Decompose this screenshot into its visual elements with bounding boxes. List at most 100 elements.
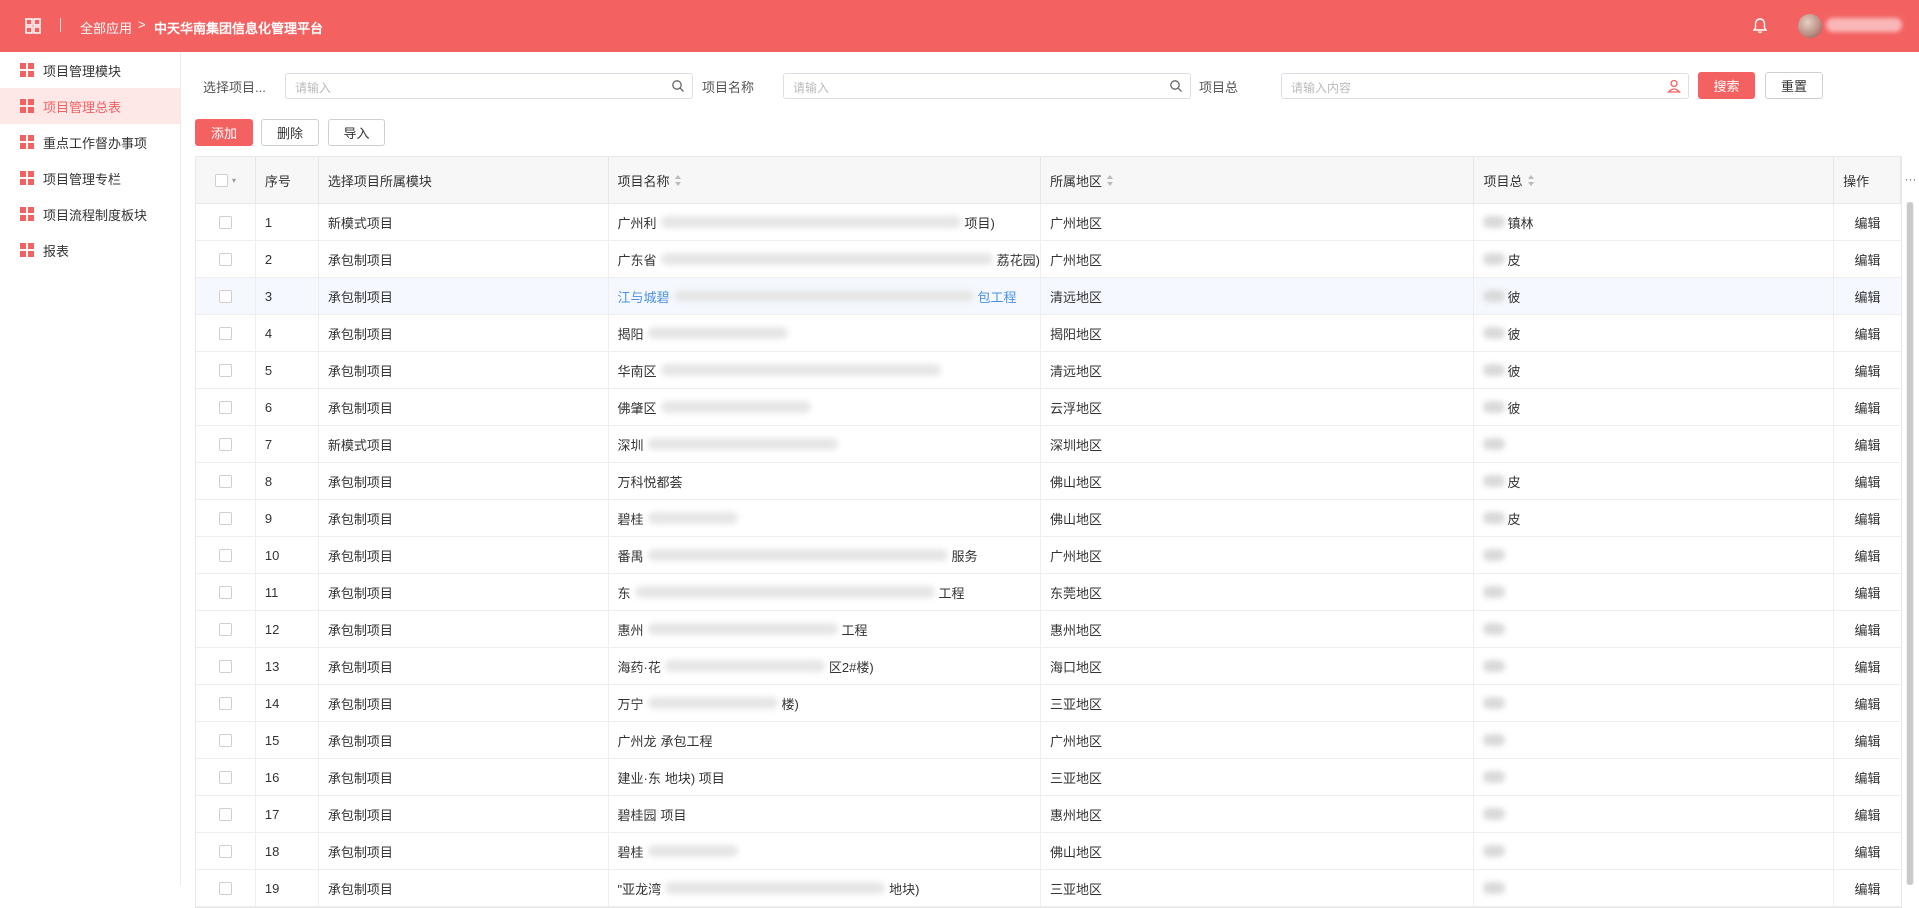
table-row[interactable]: 1 新模式项目 广州利 项目) 广州地区 镇林 编辑 [196,204,1901,241]
edit-button[interactable]: 编辑 [1855,694,1881,713]
edit-button[interactable]: 编辑 [1855,842,1881,861]
table-row[interactable]: 3 承包制项目 江与城碧 包工程 清远地区彼 编辑 [196,278,1901,315]
module-filter-input[interactable]: 请输入 [285,73,693,99]
row-select-cell[interactable] [196,685,256,721]
row-select-cell[interactable] [196,315,256,351]
apps-grid-icon[interactable] [22,15,44,37]
row-project-name[interactable]: 碧桂 [609,833,1041,869]
row-select-cell[interactable] [196,870,256,906]
row-checkbox[interactable] [218,622,232,636]
row-select-cell[interactable] [196,759,256,795]
row-select-cell[interactable] [196,722,256,758]
edit-button[interactable]: 编辑 [1855,620,1881,639]
row-select-cell[interactable] [196,796,256,832]
row-checkbox[interactable] [218,474,232,488]
row-project-name[interactable]: 碧桂 [609,500,1041,536]
total-filter-input[interactable]: 请输入内容 [1281,73,1689,99]
row-select-cell[interactable] [196,389,256,425]
select-all-cell[interactable]: ▾ [196,157,256,203]
edit-button[interactable]: 编辑 [1855,361,1881,380]
table-row[interactable]: 5 承包制项目 华南区 清远地区彼 编辑 [196,352,1901,389]
sidebar-item-reports[interactable]: 报表 [0,232,180,268]
row-checkbox[interactable] [218,844,232,858]
row-select-cell[interactable] [196,241,256,277]
edit-button[interactable]: 编辑 [1855,324,1881,343]
row-select-cell[interactable] [196,426,256,462]
row-checkbox[interactable] [218,733,232,747]
table-row[interactable]: 11 承包制项目东 工程 东莞地区 编辑 [196,574,1901,611]
row-project-name[interactable]: 揭阳 [609,315,1041,351]
row-project-name[interactable]: 万科悦都荟 [609,463,1041,499]
table-row[interactable]: 14 承包制项目 万宁 楼) 三亚地区 编辑 [196,685,1901,722]
row-project-name[interactable]: 深圳 [609,426,1041,462]
edit-button[interactable]: 编辑 [1855,805,1881,824]
user-name-redacted[interactable] [1826,18,1902,32]
edit-button[interactable]: 编辑 [1855,435,1881,454]
scrollbar-thumb[interactable] [1907,202,1913,885]
row-select-cell[interactable] [196,574,256,610]
row-checkbox[interactable] [218,326,232,340]
row-select-cell[interactable] [196,833,256,869]
sidebar-item-key-tasks[interactable]: 重点工作督办事项 [0,124,180,160]
row-project-name[interactable]: 佛肇区 [609,389,1041,425]
row-checkbox[interactable] [218,696,232,710]
edit-button[interactable]: 编辑 [1855,213,1881,232]
breadcrumb-all-apps[interactable]: 全部应用 [80,18,132,37]
edit-button[interactable]: 编辑 [1855,287,1881,306]
select-all-checkbox[interactable] [214,173,228,187]
edit-button[interactable]: 编辑 [1855,731,1881,750]
row-project-name[interactable]: 江与城碧 包工程 [609,278,1041,314]
edit-button[interactable]: 编辑 [1855,657,1881,676]
sidebar-item-project-column[interactable]: 项目管理专栏 [0,160,180,196]
edit-button[interactable]: 编辑 [1855,250,1881,269]
sort-icon[interactable] [1527,174,1535,186]
table-row[interactable]: 12 承包制项目 惠州 工程 惠州地区 编辑 [196,611,1901,648]
table-row[interactable]: 16 承包制项目 建业·东 地块) 项目 三亚地区 编辑 [196,759,1901,796]
row-select-cell[interactable] [196,463,256,499]
table-row[interactable]: 7 新模式项目 深圳 深圳地区 编辑 [196,426,1901,463]
table-row[interactable]: 13 承包制项目 海药·花 区2#楼) 海口地区 编辑 [196,648,1901,685]
table-row[interactable]: 9 承包制项目 碧桂 佛山地区皮 编辑 [196,500,1901,537]
row-checkbox[interactable] [218,881,232,895]
row-checkbox[interactable] [218,289,232,303]
table-row[interactable]: 18 承包制项目 碧桂 佛山地区 编辑 [196,833,1901,870]
bell-icon[interactable] [1750,16,1770,36]
row-select-cell[interactable] [196,278,256,314]
row-project-name[interactable]: 东 工程 [609,574,1041,610]
table-row[interactable]: 6 承包制项目 佛肇区 云浮地区彼 编辑 [196,389,1901,426]
table-row[interactable]: 4 承包制项目 揭阳 揭阳地区彼 编辑 [196,315,1901,352]
chevron-down-icon[interactable]: ▾ [232,176,236,185]
row-checkbox[interactable] [218,252,232,266]
delete-button[interactable]: 删除 [261,119,319,146]
row-project-name[interactable]: 建业·东 地块) 项目 [609,759,1041,795]
column-settings-icon[interactable]: ··· [1902,156,1919,202]
sidebar-item-project-module[interactable]: 项目管理模块 [0,52,180,88]
import-button[interactable]: 导入 [328,119,385,146]
row-project-name[interactable]: "亚龙湾 地块) [609,870,1041,906]
row-select-cell[interactable] [196,537,256,573]
edit-button[interactable]: 编辑 [1855,509,1881,528]
reset-button[interactable]: 重置 [1765,72,1823,99]
edit-button[interactable]: 编辑 [1855,583,1881,602]
row-select-cell[interactable] [196,500,256,536]
edit-button[interactable]: 编辑 [1855,879,1881,898]
edit-button[interactable]: 编辑 [1855,472,1881,491]
table-row[interactable]: 2 承包制项目 广东省 荔花园) 广州地区皮 编辑 [196,241,1901,278]
row-project-name[interactable]: 广州龙 承包工程 [609,722,1041,758]
table-row[interactable]: 10 承包制项目 番禺 服务 广州地区 编辑 [196,537,1901,574]
sidebar-item-project-summary[interactable]: 项目管理总表 [0,88,180,124]
column-header-area[interactable]: 所属地区 [1041,157,1475,203]
row-checkbox[interactable] [218,400,232,414]
row-checkbox[interactable] [218,363,232,377]
row-project-name[interactable]: 广东省 荔花园) [609,241,1041,277]
row-project-name[interactable]: 海药·花 区2#楼) [609,648,1041,684]
row-select-cell[interactable] [196,648,256,684]
row-project-name[interactable]: 广州利 项目) [609,204,1041,240]
row-checkbox[interactable] [218,585,232,599]
row-project-name[interactable]: 碧桂园 项目 [609,796,1041,832]
row-project-name[interactable]: 番禺 服务 [609,537,1041,573]
edit-button[interactable]: 编辑 [1855,398,1881,417]
edit-button[interactable]: 编辑 [1855,768,1881,787]
row-select-cell[interactable] [196,611,256,647]
sort-icon[interactable] [1107,174,1114,186]
